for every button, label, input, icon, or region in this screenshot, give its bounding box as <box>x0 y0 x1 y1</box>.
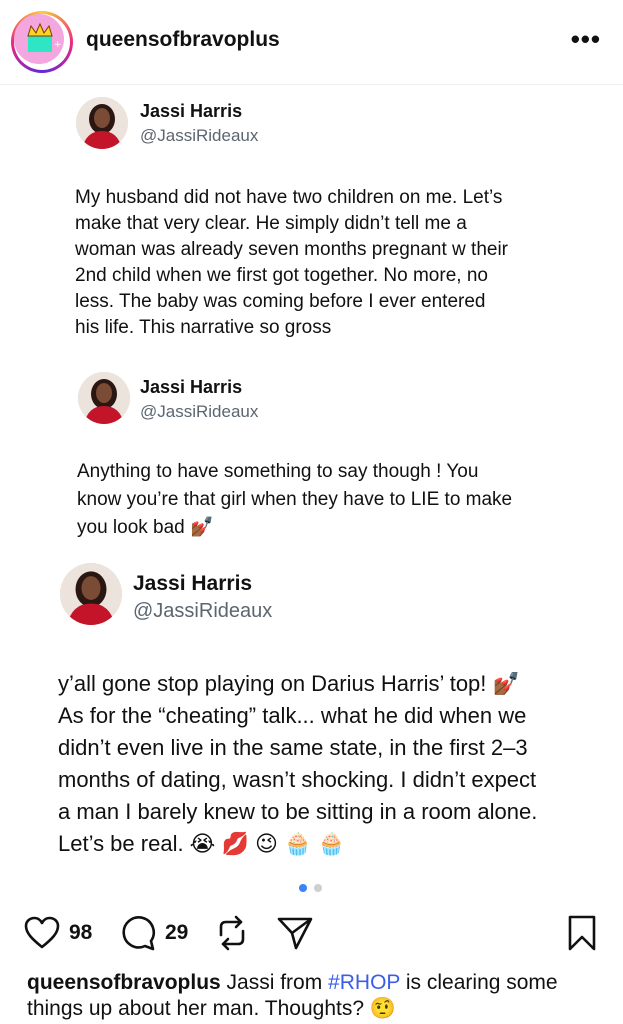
share-icon <box>277 917 313 950</box>
tweet-author-name: Jassi Harris <box>140 101 243 121</box>
tweet-text: Anything to have something to say though… <box>77 461 513 538</box>
bookmark-button[interactable] <box>566 914 598 952</box>
tweet-author-name: Jassi Harris <box>133 572 253 595</box>
tweet-author-name: Jassi Harris <box>140 377 243 397</box>
svg-text:+: + <box>54 40 62 50</box>
tweet-avatar <box>78 372 130 424</box>
carousel-dot[interactable] <box>314 884 322 892</box>
person-photo-icon <box>76 97 128 149</box>
tweet-text: y’all gone stop playing on Darius Harris… <box>58 671 538 856</box>
repost-button[interactable] <box>214 913 250 953</box>
tweet-author-handle: @JassiRideaux <box>140 126 259 145</box>
caption-text-before: Jassi from <box>220 971 329 994</box>
tweet-avatar <box>76 97 128 149</box>
more-options-icon[interactable]: ••• <box>571 24 601 55</box>
crown-logo-icon: + <box>27 22 62 52</box>
tweet-author-handle: @JassiRideaux <box>140 402 259 421</box>
post-username[interactable]: queensofbravoplus <box>86 28 280 52</box>
repost-icon <box>219 915 245 951</box>
profile-avatar[interactable]: + <box>11 11 73 73</box>
like-button[interactable] <box>24 916 60 950</box>
caption-username[interactable]: queensofbravoplus <box>27 971 221 994</box>
caption-hashtag[interactable]: #RHOP <box>328 971 400 994</box>
person-photo-icon <box>78 372 130 424</box>
post-caption: queensofbravoplus Jassi from #RHOP is cl… <box>27 970 607 1022</box>
person-photo-icon <box>60 563 122 625</box>
share-button[interactable] <box>276 914 314 952</box>
bookmark-icon <box>568 915 596 951</box>
tweet-text: My husband did not have two children on … <box>75 187 509 338</box>
comment-icon <box>122 916 156 951</box>
tweet-author-handle: @JassiRideaux <box>133 600 273 622</box>
comment-button[interactable] <box>119 914 157 952</box>
carousel-dot-active[interactable] <box>299 884 307 892</box>
tweet-avatar <box>60 563 122 625</box>
heart-icon <box>24 916 60 949</box>
post-header: + queensofbravoplus ••• <box>0 0 623 85</box>
like-count: 98 <box>69 921 93 944</box>
comment-count: 29 <box>165 921 189 944</box>
